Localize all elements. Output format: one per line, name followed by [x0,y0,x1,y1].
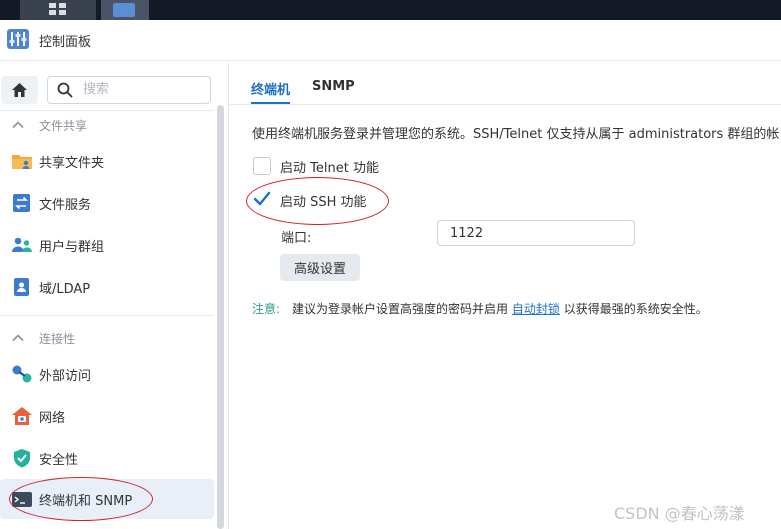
sidebar-item-label: 安全性 [39,453,79,468]
domain-ldap-icon [14,278,29,296]
sidebar-search[interactable] [47,76,211,104]
tab-bar: 终端机 SNMP [229,61,781,105]
telnet-checkbox-label: 启动 Telnet 功能 [280,161,379,176]
sidebar-item-label: 外部访问 [39,369,92,384]
sidebar-item-domain-ldap[interactable]: 域/LDAP [0,267,214,307]
sidebar-scrollbar[interactable] [217,105,224,529]
home-icon [12,83,27,97]
window-title: 控制面板 [39,35,92,50]
note-text: 建议为登录帐户设置高强度的密码并启用 [292,302,509,316]
taskbar-main-menu-button[interactable] [20,0,96,20]
auto-block-link[interactable]: 自动封锁 [512,302,560,316]
shared-folder-icon [12,155,32,169]
description-text: 使用终端机服务登录并管理您的系统。SSH/Telnet 仅支持从属于 admin… [252,127,780,142]
window-titlebar: 控制面板 [0,20,781,61]
main-menu-grid-icon [49,3,67,15]
network-icon [12,407,32,425]
sidebar-item-label: 网络 [39,411,66,426]
tab-terminal[interactable]: 终端机 [251,79,290,98]
file-services-icon [13,194,30,212]
section-header-label: 连接性 [39,332,76,346]
sidebar-item-network[interactable]: 网络 [0,396,214,436]
section-header-file-sharing[interactable]: 文件共享 [0,111,214,139]
sidebar-divider [0,315,214,316]
sidebar-item-terminal-snmp[interactable]: 终端机和 SNMP [0,479,214,519]
active-tab-indicator [251,102,290,104]
advanced-settings-button[interactable]: 高级设置 [280,254,360,281]
home-button[interactable] [1,76,38,104]
telnet-checkbox[interactable] [253,157,271,175]
watermark: CSDN @春心荡漾 [614,504,745,523]
search-icon [57,82,73,98]
note-label: 注意: [252,302,281,316]
checkmark-icon [253,191,271,206]
main-panel: 终端机 SNMP 使用终端机服务登录并管理您的系统。SSH/Telnet 仅支持… [229,61,781,529]
users-groups-icon [12,237,32,252]
sidebar-item-label: 域/LDAP [39,282,91,297]
port-input[interactable] [437,220,635,246]
security-note: 注意: 建议为登录帐户设置高强度的密码并启用 自动封锁 以获得最强的系统安全性。 [252,300,708,317]
tab-snmp[interactable]: SNMP [312,79,355,94]
control-panel-app-icon [7,29,29,49]
control-panel-mini-icon [113,3,135,17]
security-shield-icon [14,449,30,468]
taskbar [0,0,781,20]
sidebar-item-external-access[interactable]: 外部访问 [0,354,214,394]
note-text-end: 以获得最强的系统安全性。 [563,302,708,316]
port-label: 端口: [281,231,312,246]
sidebar-item-label: 文件服务 [39,198,92,213]
sidebar-item-label: 用户与群组 [39,240,105,255]
sidebar-item-file-services[interactable]: 文件服务 [0,183,214,223]
chevron-up-icon [12,334,24,342]
section-header-connectivity[interactable]: 连接性 [0,324,214,352]
external-access-icon [12,365,32,383]
sidebar: 文件共享 共享文件夹 文件服务 用户与群组 域/LDAP [0,61,228,529]
ssh-checkbox[interactable] [253,191,271,207]
ssh-checkbox-label: 启动 SSH 功能 [280,195,367,210]
search-input[interactable] [81,81,205,98]
chevron-up-icon [12,121,24,129]
sidebar-item-security[interactable]: 安全性 [0,438,214,478]
sidebar-item-shared-folder[interactable]: 共享文件夹 [0,141,214,181]
sidebar-item-label: 共享文件夹 [39,156,105,171]
sidebar-item-label: 终端机和 SNMP [39,494,133,509]
terminal-icon [12,492,32,507]
section-header-label: 文件共享 [39,119,88,133]
taskbar-control-panel-button[interactable] [101,0,149,20]
sidebar-item-users-groups[interactable]: 用户与群组 [0,225,214,265]
